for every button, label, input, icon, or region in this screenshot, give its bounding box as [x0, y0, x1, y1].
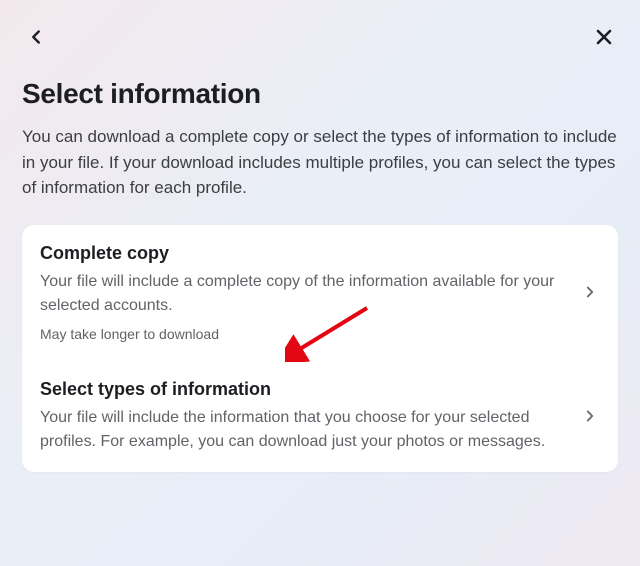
- back-button[interactable]: [18, 20, 54, 56]
- option-note: May take longer to download: [40, 326, 566, 342]
- chevron-left-icon: [25, 26, 47, 51]
- option-title: Complete copy: [40, 243, 566, 264]
- modal-content: Select information You can download a co…: [0, 56, 640, 472]
- page-subtitle: You can download a complete copy or sele…: [22, 124, 618, 201]
- chevron-right-icon: [578, 407, 602, 425]
- option-body: Select types of information Your file wi…: [40, 379, 578, 454]
- chevron-right-icon: [578, 283, 602, 301]
- modal-topbar: [0, 0, 640, 56]
- options-card: Complete copy Your file will include a c…: [22, 225, 618, 472]
- page-title: Select information: [22, 78, 618, 110]
- close-button[interactable]: [586, 20, 622, 56]
- option-complete-copy[interactable]: Complete copy Your file will include a c…: [22, 225, 618, 360]
- option-desc: Your file will include a complete copy o…: [40, 270, 566, 318]
- option-desc: Your file will include the information t…: [40, 406, 566, 454]
- option-select-types[interactable]: Select types of information Your file wi…: [22, 360, 618, 472]
- option-title: Select types of information: [40, 379, 566, 400]
- option-body: Complete copy Your file will include a c…: [40, 243, 578, 342]
- close-icon: [592, 25, 616, 52]
